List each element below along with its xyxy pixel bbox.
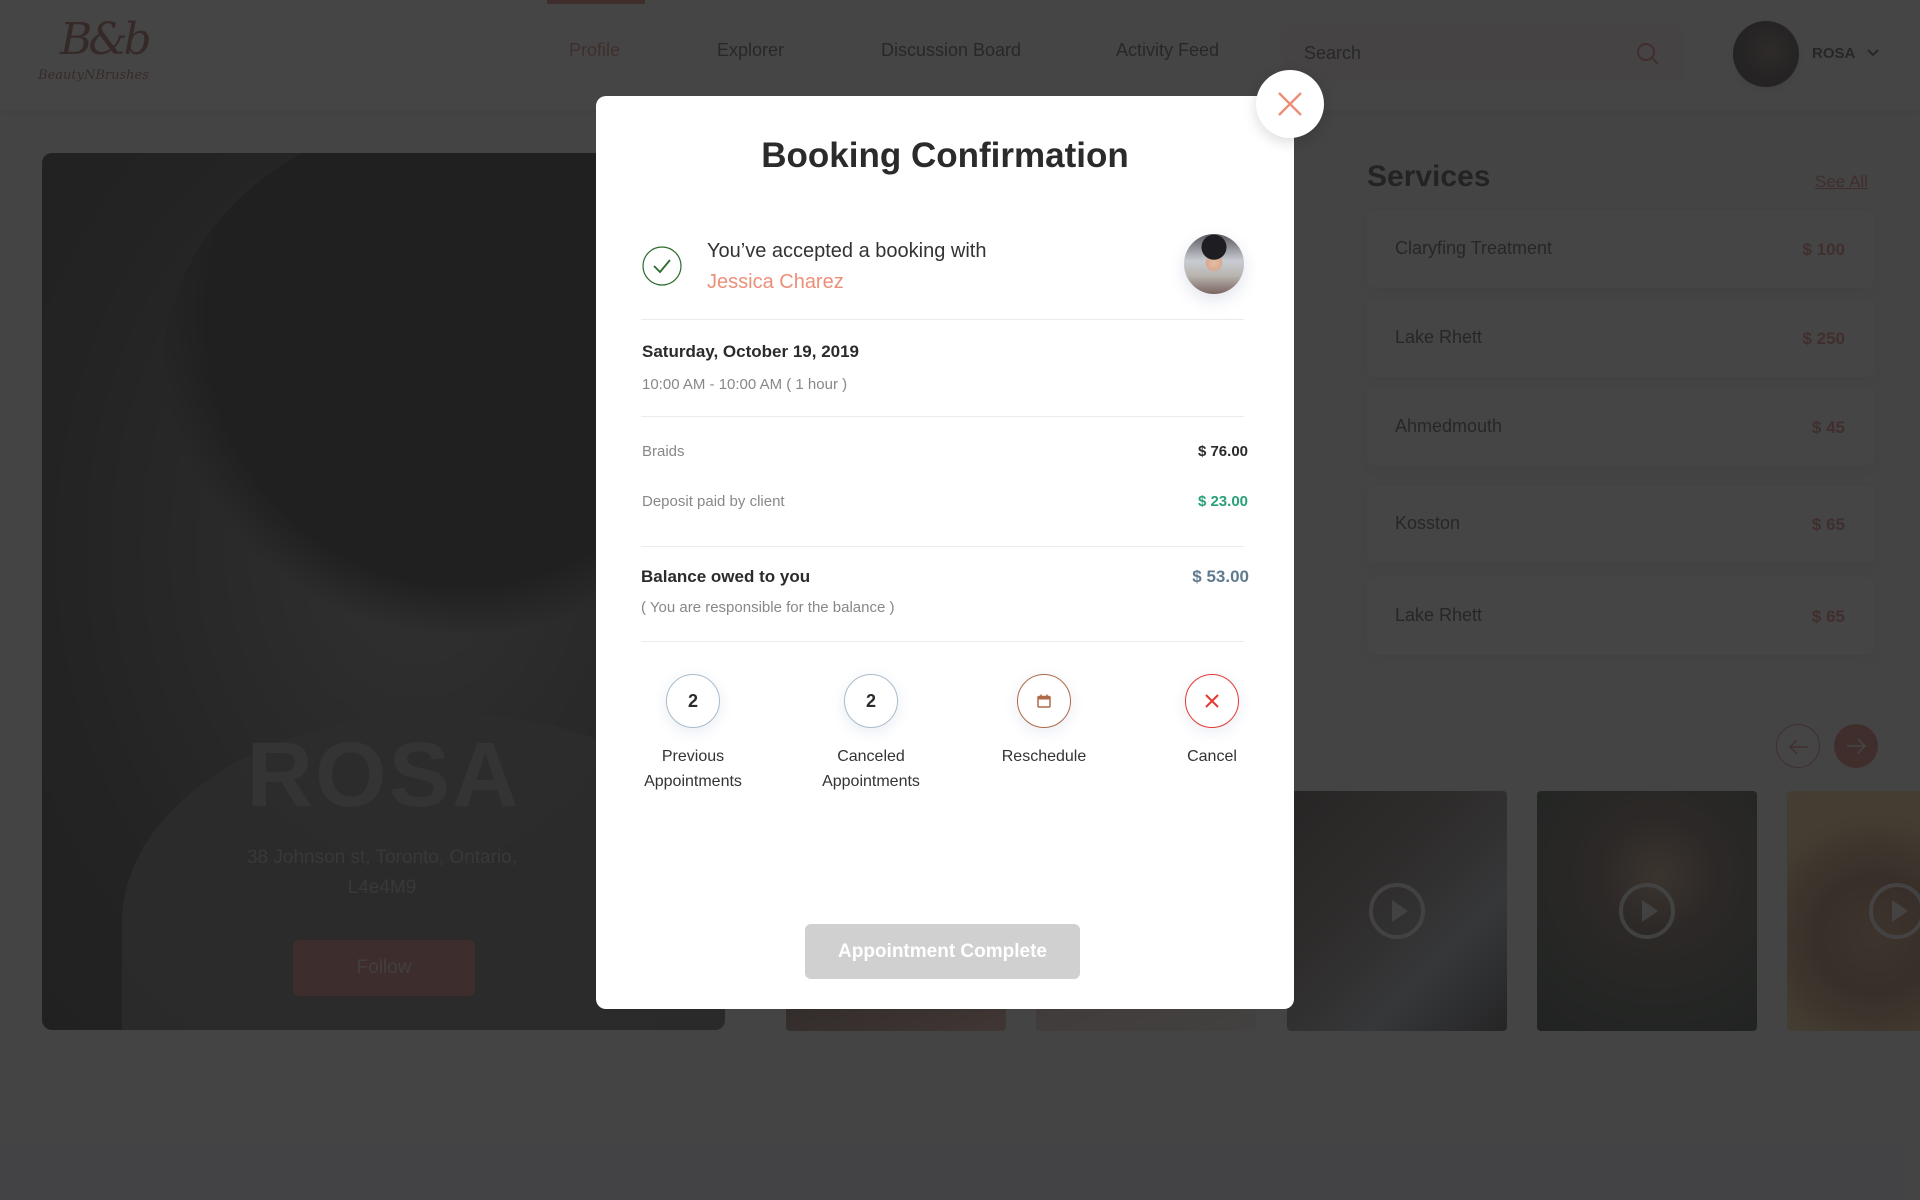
booking-date: Saturday, October 19, 2019 <box>642 342 860 361</box>
canceled-appointments-label: Canceled Appointments <box>801 744 941 794</box>
service-line-label: Braids <box>642 443 685 460</box>
divider <box>641 319 1244 320</box>
canceled-appointments-count: 2 <box>865 691 876 711</box>
previous-appointments-label: Previous Appointments <box>623 744 763 794</box>
service-line-value: $ 76.00 <box>1197 443 1248 460</box>
label-line: Previous <box>661 748 725 765</box>
balance-note: ( You are responsible for the balance ) <box>641 599 895 616</box>
booking-confirmation-modal: Booking Confirmation You’ve accepted a b… <box>596 96 1294 1009</box>
divider <box>641 641 1244 642</box>
reschedule-label: Reschedule <box>1001 748 1087 765</box>
cancel-circle <box>1185 674 1239 728</box>
check-circle-icon <box>642 246 682 286</box>
divider <box>641 416 1244 417</box>
label-line: Appointments <box>822 773 920 790</box>
reschedule-button[interactable]: Reschedule <box>974 674 1114 769</box>
client-name[interactable]: Jessica Charez <box>707 271 844 294</box>
divider <box>641 546 1244 547</box>
cancel-label: Cancel <box>1187 748 1237 765</box>
canceled-appointments-count-circle: 2 <box>844 674 898 728</box>
deposit-line-label: Deposit paid by client <box>642 493 785 510</box>
modal-close-button[interactable] <box>1256 70 1324 138</box>
label-line: Appointments <box>644 773 742 790</box>
accept-text: You’ve accepted a booking with <box>707 240 987 262</box>
close-icon <box>1278 92 1302 116</box>
modal-title: Booking Confirmation <box>761 136 1129 175</box>
appointment-complete-button[interactable]: Appointment Complete <box>805 924 1080 979</box>
client-avatar[interactable] <box>1184 234 1244 294</box>
previous-appointments-count-circle: 2 <box>666 674 720 728</box>
previous-appointments-count: 2 <box>687 691 698 711</box>
balance-value: $ 53.00 <box>1192 567 1249 586</box>
x-icon <box>1205 694 1219 708</box>
canceled-appointments-button[interactable]: 2 Canceled Appointments <box>801 674 941 794</box>
cancel-booking-button[interactable]: Cancel <box>1142 674 1282 769</box>
previous-appointments-button[interactable]: 2 Previous Appointments <box>623 674 763 794</box>
deposit-line-value: $ 23.00 <box>1197 493 1248 510</box>
balance-label: Balance owed to you <box>641 567 811 586</box>
label-line: Canceled <box>837 748 905 765</box>
reschedule-circle <box>1017 674 1071 728</box>
booking-time: 10:00 AM - 10:00 AM ( 1 hour ) <box>642 376 848 393</box>
calendar-icon <box>1037 694 1051 708</box>
